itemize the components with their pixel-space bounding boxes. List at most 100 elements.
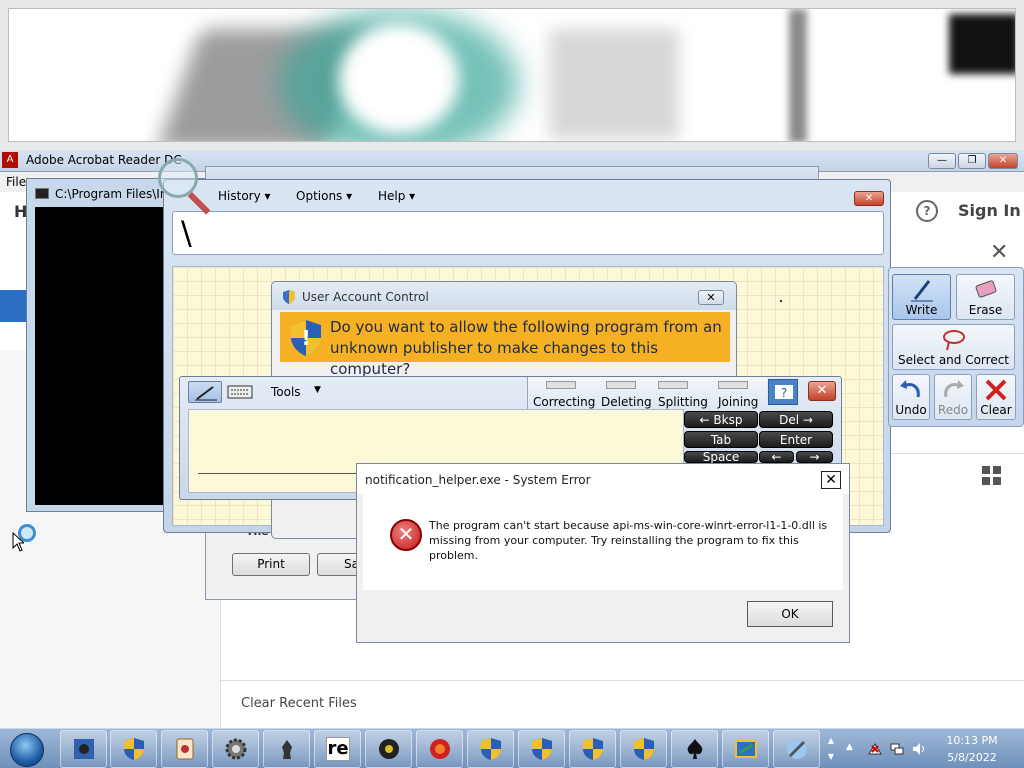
minimize-button[interactable]: —	[928, 153, 956, 169]
shield-icon	[124, 738, 144, 760]
enter-key[interactable]: Enter	[759, 431, 833, 448]
system-error-dialog: notification_helper.exe - System Error ✕…	[356, 463, 850, 643]
clear-button[interactable]: Clear	[976, 374, 1016, 420]
taskbar-app-re[interactable]: re	[314, 730, 361, 768]
clock-time[interactable]: 10:13 PM	[942, 734, 1002, 747]
ball-icon	[379, 739, 399, 759]
redo-button[interactable]: Redo	[934, 374, 972, 420]
menu-file[interactable]: File	[6, 175, 26, 189]
gesture-joining[interactable]: Joining	[718, 395, 758, 409]
pen-mode-button[interactable]	[188, 381, 222, 403]
taskbar-app-security-4[interactable]	[569, 730, 616, 768]
sign-in-button[interactable]: Sign In	[958, 201, 1021, 220]
acrobat-logo-icon: A	[2, 152, 18, 168]
menu-options[interactable]: Options ▾	[296, 189, 352, 203]
cmd-title: C:\Program Files\Int	[55, 187, 173, 201]
space-key[interactable]: Space	[684, 451, 758, 463]
sidebar-selected-item[interactable]	[0, 290, 26, 322]
gesture-deleting[interactable]: Deleting	[601, 395, 652, 409]
uac-title-bar: User Account Control ✕	[272, 282, 736, 310]
close-button[interactable]: ✕	[808, 381, 836, 401]
right-arrow-key[interactable]: →	[796, 451, 833, 463]
network-icon[interactable]	[890, 742, 904, 756]
select-and-correct-button[interactable]: Select and Correct	[892, 324, 1015, 370]
maximize-button[interactable]: ❐	[958, 153, 986, 169]
clear-recent-files-link[interactable]: Clear Recent Files	[241, 696, 357, 711]
close-button[interactable]: ✕	[988, 153, 1018, 169]
swirl-icon	[430, 739, 450, 759]
divider	[220, 680, 1024, 681]
magnifier-icon	[158, 158, 211, 215]
background-image-window	[0, 0, 1024, 150]
recognized-input-field[interactable]: \	[172, 211, 884, 255]
help-icon[interactable]: ?	[916, 200, 938, 222]
menu-history[interactable]: History ▾	[218, 189, 271, 203]
chess-icon	[282, 740, 292, 759]
divider	[890, 453, 1024, 454]
splitting-icon	[658, 381, 688, 389]
chevron-down-icon[interactable]: ▼	[314, 385, 321, 395]
panel-close-icon[interactable]: ✕	[990, 240, 1008, 265]
left-arrow-key[interactable]: ←	[759, 451, 794, 463]
uac-banner: ! Do you want to allow the following pro…	[280, 312, 730, 378]
gear-icon	[225, 738, 247, 760]
taskbar-app-swirl[interactable]	[416, 730, 463, 768]
ok-button[interactable]: OK	[747, 601, 833, 627]
start-button[interactable]	[2, 730, 52, 768]
error-close-button[interactable]: ✕	[821, 471, 841, 489]
joining-icon	[718, 381, 748, 389]
shield-icon	[634, 738, 654, 760]
undo-button[interactable]: Undo	[892, 374, 930, 420]
action-center-icon[interactable]	[868, 742, 882, 756]
deleting-icon	[606, 381, 636, 389]
shield-icon	[283, 290, 295, 304]
recognized-text: \	[181, 214, 192, 252]
error-body: ✕ The program can't start because api-ms…	[363, 494, 843, 590]
spider-solitaire-icon	[74, 739, 94, 759]
print-button[interactable]: Print	[232, 553, 310, 576]
taskbar-app-security-5[interactable]	[620, 730, 667, 768]
uac-title: User Account Control	[302, 290, 429, 304]
lasso-icon	[942, 330, 965, 351]
taskbar: re ▲ ▼ ▲ 10:13 PM 5/8/2022	[0, 728, 1024, 768]
taskbar-app-security-2[interactable]	[467, 730, 514, 768]
volume-icon[interactable]	[912, 742, 926, 756]
taskbar-app-gear[interactable]	[212, 730, 259, 768]
clock-date[interactable]: 5/8/2022	[942, 751, 1002, 764]
correcting-icon	[546, 381, 576, 389]
shield-icon	[583, 738, 603, 760]
taskbar-scroll[interactable]: ▲ ▼	[826, 733, 836, 765]
help-icon[interactable]: ?	[768, 379, 798, 405]
show-hidden-icons-button[interactable]: ▲	[846, 742, 860, 756]
erase-button[interactable]: Erase	[956, 274, 1015, 320]
taskbar-app-ball[interactable]	[365, 730, 412, 768]
console-icon	[35, 188, 49, 199]
tool-icon	[787, 739, 807, 759]
gesture-correcting[interactable]: Correcting	[533, 395, 595, 409]
undo-icon	[900, 380, 920, 398]
delete-key[interactable]: Del →	[759, 411, 833, 428]
taskbar-app-board[interactable]	[722, 730, 769, 768]
taskbar-app-mahjong[interactable]	[161, 730, 208, 768]
uac-close-button[interactable]: ✕	[698, 290, 724, 305]
keyboard-mode-button[interactable]	[224, 381, 256, 403]
mahjong-icon	[176, 738, 194, 760]
menu-help[interactable]: Help ▾	[378, 189, 415, 203]
taskbar-app-spider-solitaire[interactable]	[60, 730, 107, 768]
uac-question: Do you want to allow the following progr…	[330, 318, 722, 378]
taskbar-app-security-3[interactable]	[518, 730, 565, 768]
taskbar-app-chess[interactable]	[263, 730, 310, 768]
backspace-key[interactable]: ← Bksp	[684, 411, 758, 428]
taskbar-app-security[interactable]	[110, 730, 157, 768]
taskbar-app-spades[interactable]	[671, 730, 718, 768]
tools-menu[interactable]: Tools	[271, 385, 301, 399]
gesture-splitting[interactable]: Splitting	[658, 395, 708, 409]
close-button[interactable]: ✕	[854, 191, 884, 206]
taskbar-app-tool[interactable]	[773, 730, 820, 768]
redo-icon	[944, 380, 964, 398]
clear-x-icon	[985, 379, 1007, 401]
mouse-cursor-icon	[12, 532, 24, 552]
grid-view-icon[interactable]	[982, 466, 1002, 486]
write-button[interactable]: Write	[892, 274, 951, 320]
tab-key[interactable]: Tab	[684, 431, 758, 448]
